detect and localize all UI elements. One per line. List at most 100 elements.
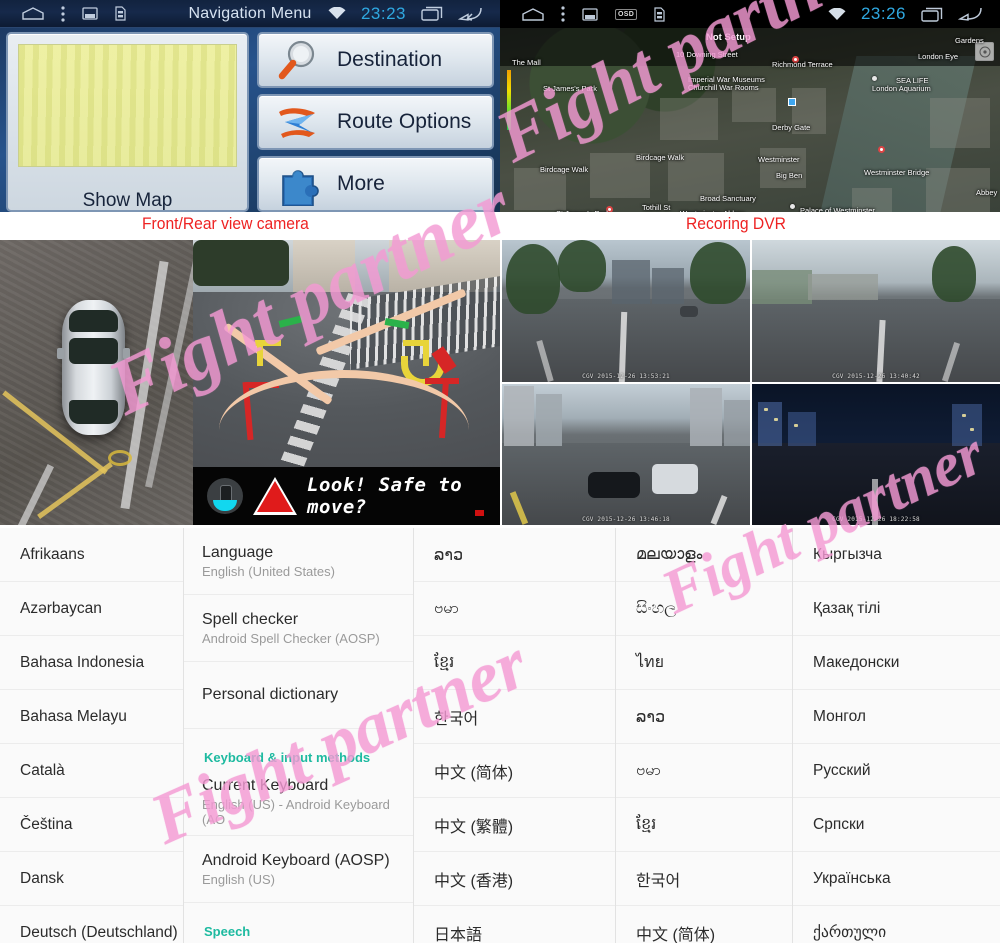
list-item[interactable]: Afrikaans — [0, 528, 183, 582]
list-item[interactable]: ខ្មែរ — [616, 798, 792, 852]
list-item[interactable]: Azərbaycan — [0, 582, 183, 636]
map-blue-marker — [788, 98, 796, 106]
list-item-label: Македонски — [813, 653, 900, 671]
language-list-asian-2[interactable]: മലയാളം සිංහල ไทย ລາວ ဗမာ ខ្មែរ 한국어 中文 (简体) — [615, 528, 792, 943]
destination-button[interactable]: Destination — [257, 32, 494, 88]
list-item[interactable]: ລາວ — [414, 528, 615, 582]
map-label: Churchill War Rooms — [688, 83, 759, 92]
list-item[interactable]: Кыргызча — [793, 528, 1000, 582]
list-item-label: 日本語 — [434, 926, 483, 943]
map-label: St James's Park — [543, 84, 597, 93]
route-options-button[interactable]: Route Options — [257, 94, 494, 150]
list-item[interactable]: Українська — [793, 852, 1000, 906]
list-item-label: සිංහල — [636, 599, 677, 617]
map-label: Richmond Terrace — [772, 60, 833, 69]
screenshot-icon[interactable] — [82, 7, 98, 20]
tree — [690, 242, 746, 304]
settings-item[interactable]: Personal dictionary — [184, 662, 413, 729]
list-item[interactable]: 中文 (香港) — [414, 852, 615, 906]
wifi-icon[interactable] — [828, 7, 846, 21]
list-item-label: ဗမာ — [636, 761, 661, 779]
list-item[interactable]: ဗမာ — [616, 744, 792, 798]
dvr-cell-1[interactable]: CGV 2015-12-26 13:53:21 — [502, 240, 750, 382]
settings-item-subtitle: English (US) — [202, 871, 275, 887]
language-and-input-settings[interactable]: Language English (United States) Spell che… — [183, 528, 413, 943]
settings-item-title: Current Keyboard — [202, 777, 329, 794]
list-item-label: 中文 (简体) — [636, 926, 716, 943]
dvr-timestamp-2: CGV 2015-12-26 13:40:42 — [832, 372, 920, 380]
language-list-asian-1[interactable]: ລາວ ဗမာ ខ្មែរ 한국어 中文 (简体) 中文 (繁體) 中文 (香港) 日本語 — [413, 528, 615, 943]
vehicle — [680, 306, 698, 317]
list-item[interactable]: 中文 (简体) — [414, 744, 615, 798]
list-item-label: മലയാളം — [636, 545, 703, 563]
list-item[interactable]: Bahasa Melayu — [0, 690, 183, 744]
menu-dots-icon[interactable] — [61, 5, 65, 22]
list-item[interactable]: ខ្មែរ — [414, 636, 615, 690]
dvr-cell-3[interactable]: CGV 2015-12-26 13:46:18 — [502, 383, 750, 525]
menu-dots-icon[interactable] — [561, 6, 565, 22]
dvr-cell-4[interactable]: CGV 2015-12-26 18:22:58 — [752, 383, 1000, 525]
list-item[interactable]: ქართული — [793, 906, 1000, 943]
list-item[interactable]: Русский — [793, 744, 1000, 798]
list-item[interactable]: 한국어 — [414, 690, 615, 744]
bottom-lists: Afrikaans Azərbaycan Bahasa Indonesia Bahas… — [0, 528, 1000, 943]
list-item[interactable]: മലയാളം — [616, 528, 792, 582]
satellite-map-panel[interactable]: Not Setup The Mall 10 Downing Street Londo… — [500, 28, 1000, 212]
list-item[interactable]: Čeština — [0, 798, 183, 852]
osd-icon[interactable]: OSD — [615, 8, 638, 20]
list-item[interactable]: Қазақ тілі — [793, 582, 1000, 636]
list-item[interactable]: Deutsch (Deutschland) — [0, 906, 183, 943]
map-label: 10 Downing Street — [676, 50, 738, 59]
list-item-label: Bahasa Melayu — [20, 707, 127, 725]
list-item[interactable]: ဗမာ — [414, 582, 615, 636]
list-item[interactable]: ລາວ — [616, 690, 792, 744]
list-item[interactable]: Македонски — [793, 636, 1000, 690]
list-item-label: 한국어 — [636, 872, 681, 890]
list-item-label: Кыргызча — [813, 545, 882, 563]
settings-item-title: Android Keyboard (AOSP) — [202, 851, 390, 869]
map-banner-not-setup: Not Setup — [706, 32, 751, 43]
show-map-button[interactable]: Show Map — [6, 32, 249, 212]
sdcard-icon[interactable] — [115, 6, 126, 21]
settings-item[interactable]: Android Keyboard (AOSP) English (US) — [184, 836, 413, 903]
list-item[interactable]: 中文 (繁體) — [414, 798, 615, 852]
surround-view-360[interactable] — [0, 240, 193, 525]
back-icon[interactable] — [458, 7, 482, 21]
more-button[interactable]: More — [257, 156, 494, 212]
language-list-left[interactable]: Afrikaans Azərbaycan Bahasa Indonesia Bahas… — [0, 528, 183, 943]
map-label: Broad Sanctuary — [700, 194, 756, 203]
map-label: London Eye — [918, 52, 959, 61]
dvr-cell-2[interactable]: CGV 2015-12-26 13:40:42 — [752, 240, 1000, 382]
list-item[interactable]: 한국어 — [616, 852, 792, 906]
recents-icon[interactable] — [921, 7, 943, 22]
list-item[interactable]: සිංහල — [616, 582, 792, 636]
list-item[interactable]: Монгол — [793, 690, 1000, 744]
list-item[interactable]: Српски — [793, 798, 1000, 852]
clock-left: 23:23 — [360, 3, 406, 23]
screenshot-icon[interactable] — [582, 7, 598, 21]
list-item[interactable]: ไทย — [616, 636, 792, 690]
list-item[interactable]: 日本語 — [414, 906, 615, 943]
list-item[interactable]: 中文 (简体) — [616, 906, 792, 943]
back-icon[interactable] — [958, 7, 982, 21]
building — [758, 401, 782, 446]
list-item[interactable]: Bahasa Indonesia — [0, 636, 183, 690]
settings-item[interactable]: Language English (United States) — [184, 528, 413, 595]
list-item-label: Українська — [813, 869, 891, 887]
settings-item[interactable]: Spell checker Android Spell Checker (AOSP… — [184, 595, 413, 662]
recents-icon[interactable] — [421, 6, 443, 21]
list-item-label: ქართული — [813, 924, 887, 941]
home-icon[interactable] — [522, 7, 544, 21]
language-list-cyrillic[interactable]: Кыргызча Қазақ тілі Македонски Монгол Русски… — [792, 528, 1000, 943]
guide-marker-yellow — [257, 340, 263, 366]
list-item-label: ไทย — [636, 654, 664, 671]
wifi-icon[interactable] — [328, 7, 346, 20]
map-label: Tothill St — [642, 203, 671, 212]
list-item[interactable]: Dansk — [0, 852, 183, 906]
home-icon[interactable] — [22, 7, 44, 20]
map-label: Westminster Bridge — [864, 168, 930, 177]
tree — [193, 240, 289, 286]
settings-item[interactable]: Current Keyboard English (US) - Android K… — [184, 769, 413, 836]
sdcard-icon[interactable] — [654, 6, 665, 22]
list-item[interactable]: Català — [0, 744, 183, 798]
